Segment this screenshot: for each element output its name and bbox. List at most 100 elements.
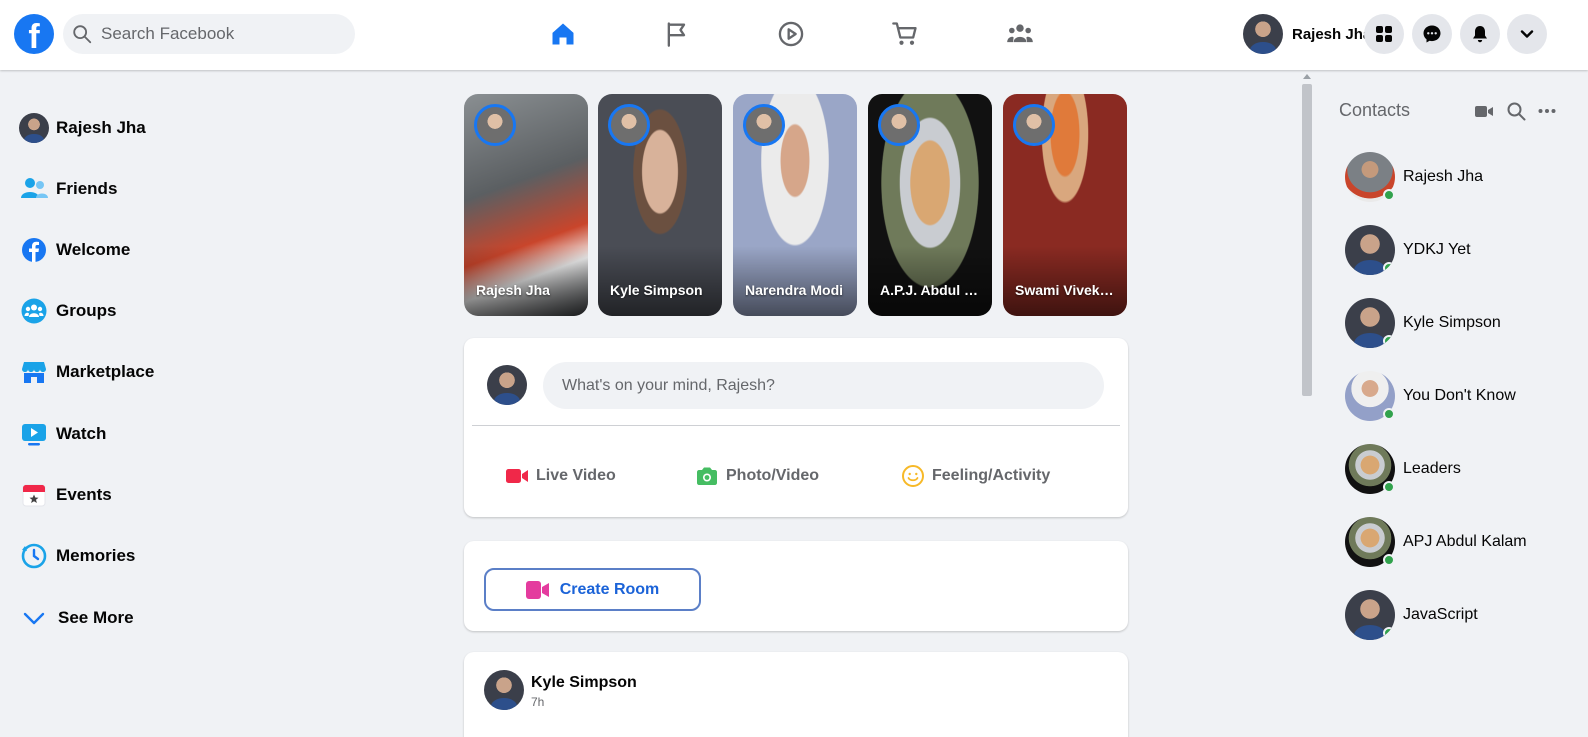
- friends-icon: [21, 178, 48, 198]
- scroll-up-arrow[interactable]: [1303, 74, 1311, 79]
- post-author[interactable]: Kyle Simpson: [531, 674, 637, 692]
- avatar: [1243, 14, 1283, 54]
- sidebar-item-label: Groups: [56, 301, 117, 320]
- menu-button[interactable]: [1364, 14, 1404, 54]
- story-card[interactable]: Kyle Simpson: [598, 94, 722, 316]
- menu-grid-icon: [1376, 26, 1392, 42]
- sidebar-item-welcome[interactable]: Welcome: [18, 230, 130, 270]
- story-name: Kyle Simpson: [610, 282, 703, 298]
- contact-item[interactable]: YDKJ Yet: [1345, 224, 1471, 276]
- search-icon: [1507, 102, 1526, 121]
- sidebar-item-marketplace[interactable]: Marketplace: [18, 352, 154, 392]
- chevron-down-icon: [23, 612, 45, 625]
- marketplace-icon: [22, 362, 46, 383]
- avatar[interactable]: [484, 670, 524, 710]
- contact-avatar: [1345, 444, 1395, 494]
- sidebar-item-see-more[interactable]: See More: [18, 598, 134, 638]
- contact-name: Rajesh Jha: [1403, 168, 1484, 185]
- search-icon: [73, 25, 92, 44]
- sidebar-item-watch[interactable]: Watch: [18, 414, 106, 454]
- contact-avatar: [1345, 590, 1395, 640]
- sidebar-item-profile[interactable]: Rajesh Jha: [18, 108, 146, 148]
- scrollbar-thumb[interactable]: [1302, 84, 1312, 396]
- contact-item[interactable]: Leaders: [1345, 443, 1461, 495]
- story-name: Swami Vivekananda: [1015, 282, 1119, 298]
- feed-post: Kyle Simpson 7h: [464, 652, 1128, 737]
- contact-name: You Don't Know: [1403, 387, 1516, 404]
- room-video-icon: [525, 580, 549, 599]
- top-navbar: f Rajesh Jha: [0, 0, 1588, 70]
- story-name: Narendra Modi: [745, 282, 844, 298]
- contacts-options-button[interactable]: [1535, 100, 1559, 122]
- new-room-button[interactable]: [1472, 100, 1496, 122]
- notifications-bell-icon: [1473, 26, 1487, 43]
- post-timestamp[interactable]: 7h: [531, 695, 544, 709]
- avatar: [19, 113, 49, 143]
- sidebar-item-label: Watch: [56, 424, 107, 443]
- groups-icon: [21, 298, 47, 324]
- account-dropdown-button[interactable]: [1507, 14, 1547, 54]
- nav-watch-tab[interactable]: [751, 10, 831, 58]
- nav-pages-tab[interactable]: [637, 10, 717, 58]
- online-status-dot: [1383, 189, 1395, 201]
- search-input[interactable]: [101, 22, 341, 46]
- search-contacts-button[interactable]: [1504, 100, 1528, 122]
- sidebar-item-label: Friends: [56, 179, 118, 198]
- nav-marketplace-tab[interactable]: [865, 10, 945, 58]
- story-card[interactable]: Narendra Modi: [733, 94, 857, 316]
- memories-clock-icon: [21, 543, 47, 569]
- marketplace-cart-icon: [892, 22, 917, 45]
- sidebar-item-label: Rajesh Jha: [56, 118, 146, 137]
- sidebar-item-label: Events: [56, 485, 112, 504]
- story-card[interactable]: Swami Vivekananda: [1003, 94, 1127, 316]
- notifications-button[interactable]: [1460, 14, 1500, 54]
- sidebar-item-groups[interactable]: Groups: [18, 291, 116, 331]
- status-input[interactable]: What's on your mind, Rajesh?: [543, 362, 1104, 409]
- profile-shortcut[interactable]: Rajesh Jha: [1243, 12, 1371, 56]
- smiley-icon: [902, 465, 924, 487]
- story-name: A.P.J. Abdul Kalam: [880, 282, 984, 298]
- contact-item[interactable]: JavaScript: [1345, 589, 1478, 641]
- sidebar-item-label: See More: [58, 608, 134, 627]
- photo-camera-icon: [697, 467, 717, 485]
- contact-name: JavaScript: [1403, 606, 1478, 623]
- rooms-card: Create Room: [464, 541, 1128, 631]
- feeling-activity-button[interactable]: Feeling/Activity: [901, 458, 1050, 494]
- story-avatar: [1013, 104, 1055, 146]
- photo-video-button[interactable]: Photo/Video: [695, 458, 819, 494]
- avatar: [487, 365, 527, 405]
- online-status-dot: [1383, 627, 1395, 639]
- contact-item[interactable]: APJ Abdul Kalam: [1345, 516, 1527, 568]
- contact-name: Leaders: [1403, 460, 1461, 477]
- story-avatar: [878, 104, 920, 146]
- online-status-dot: [1383, 408, 1395, 420]
- contact-item[interactable]: Rajesh Jha: [1345, 151, 1483, 203]
- contact-item[interactable]: Kyle Simpson: [1345, 297, 1501, 349]
- messenger-button[interactable]: [1412, 14, 1452, 54]
- more-options-icon: [1538, 109, 1556, 113]
- nav-home-tab[interactable]: [523, 10, 603, 58]
- story-card[interactable]: Rajesh Jha: [464, 94, 588, 316]
- live-video-button[interactable]: Live Video: [505, 458, 616, 494]
- facebook-logo[interactable]: f: [14, 14, 54, 54]
- contact-name: YDKJ Yet: [1403, 241, 1471, 258]
- story-card[interactable]: A.P.J. Abdul Kalam: [868, 94, 992, 316]
- story-avatar: [743, 104, 785, 146]
- contact-name: APJ Abdul Kalam: [1403, 533, 1527, 550]
- story-name: Rajesh Jha: [476, 282, 550, 298]
- sidebar-item-memories[interactable]: Memories: [18, 536, 135, 576]
- contact-avatar: [1345, 152, 1395, 202]
- nav-groups-tab[interactable]: [980, 10, 1060, 58]
- create-room-button[interactable]: Create Room: [484, 568, 701, 611]
- sidebar-item-friends[interactable]: Friends: [18, 169, 117, 209]
- groups-icon: [1007, 24, 1033, 43]
- watch-icon: [778, 21, 804, 47]
- contact-item[interactable]: You Don't Know: [1345, 370, 1516, 422]
- sidebar-item-label: Memories: [56, 546, 136, 565]
- contacts-heading: Contacts: [1339, 100, 1411, 120]
- contact-avatar: [1345, 225, 1395, 275]
- search-bar[interactable]: [63, 14, 355, 54]
- watch-icon: [22, 424, 46, 446]
- sidebar-item-events[interactable]: Events: [18, 475, 112, 515]
- home-icon: [552, 23, 574, 45]
